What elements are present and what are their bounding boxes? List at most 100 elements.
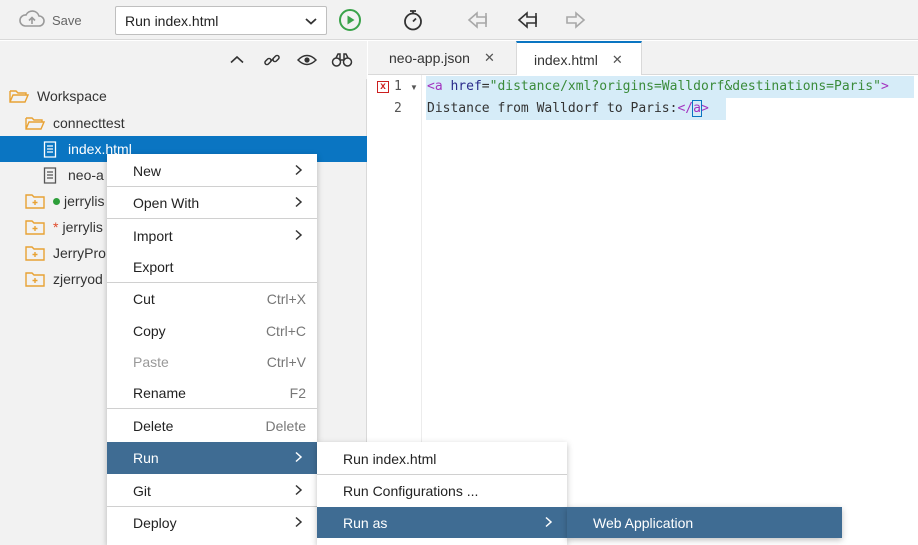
menu-shortcut: F2 — [289, 384, 306, 401]
menu-item-open-with[interactable]: Open With — [107, 187, 317, 218]
menu-item-label: Git — [133, 482, 151, 499]
menu-item-run-configurations[interactable]: Run Configurations ... — [317, 475, 567, 506]
menu-item-paste[interactable]: Paste Ctrl+V — [107, 346, 317, 377]
run-configuration-select[interactable]: Run index.html — [115, 6, 327, 35]
menu-item-run-as[interactable]: Run as — [317, 507, 567, 538]
project-folder-icon — [25, 244, 45, 262]
menu-item-label: Paste — [133, 353, 169, 370]
menu-item-copy[interactable]: Copy Ctrl+C — [107, 315, 317, 346]
chevron-right-icon — [544, 515, 553, 531]
save-label: Save — [52, 12, 82, 28]
run-button[interactable] — [338, 8, 362, 32]
code-token: <a — [427, 79, 443, 94]
tree-item-label: jerrylis — [64, 193, 105, 209]
menu-item-rename[interactable]: Rename F2 — [107, 377, 317, 408]
code-token: Distance from Walldorf to Paris: — [427, 101, 678, 116]
tree-item-label: JerryPro — [53, 245, 106, 261]
link-with-editor-button[interactable] — [261, 49, 283, 71]
code-token: = — [481, 79, 490, 94]
binoculars-icon — [331, 53, 353, 67]
file-icon — [40, 166, 60, 184]
menu-item-run-index-html[interactable]: Run index.html — [317, 443, 567, 474]
chevron-right-icon — [294, 163, 303, 179]
close-icon[interactable]: ✕ — [612, 52, 623, 68]
chevron-up-icon — [230, 55, 244, 64]
save-button[interactable]: Save — [18, 9, 82, 31]
git-status-indicator — [53, 197, 60, 205]
file-icon — [40, 140, 60, 158]
tree-item-connecttest[interactable]: connecttest — [0, 110, 367, 136]
error-marker-icon[interactable]: x — [377, 81, 389, 93]
code-token: </ — [677, 101, 694, 116]
collapse-all-button[interactable] — [226, 49, 248, 71]
folder-open-icon — [25, 114, 45, 132]
menu-shortcut: Ctrl+X — [266, 290, 306, 307]
workspace-panel-header — [0, 41, 367, 79]
menu-item-label: Delete — [133, 417, 174, 434]
tree-item-label: neo-a — [68, 167, 104, 183]
fold-toggle-icon[interactable]: ▼ — [410, 83, 418, 92]
menu-item-label: New — [133, 162, 162, 179]
run-submenu: Run index.html Run Configurations ... Ru… — [317, 442, 567, 545]
chevron-right-icon — [294, 483, 303, 499]
debug-timer-button[interactable] — [401, 8, 425, 32]
tab-label: neo-app.json — [389, 50, 470, 66]
code-token: a — [692, 100, 702, 117]
tree-item-label: jerrylis — [62, 219, 103, 235]
tree-item-label: Workspace — [37, 88, 107, 104]
project-folder-icon — [25, 192, 45, 210]
menu-separator — [107, 408, 317, 409]
folder-open-icon — [9, 87, 29, 105]
run-configuration-value: Run index.html — [125, 13, 219, 29]
chevron-right-icon — [294, 195, 303, 211]
stopwatch-icon — [404, 10, 422, 31]
arrow-left-icon — [517, 11, 537, 29]
tab-index-html[interactable]: index.html ✕ — [516, 41, 642, 76]
tree-item-label: connecttest — [53, 115, 125, 131]
menu-item-label: Deploy — [133, 514, 177, 531]
menu-item-label: Copy — [133, 322, 166, 339]
menu-item-export[interactable]: Export — [107, 251, 317, 282]
tab-neo-app-json[interactable]: neo-app.json ✕ — [368, 41, 516, 75]
tree-item-workspace[interactable]: Workspace — [0, 83, 367, 109]
menu-item-cut[interactable]: Cut Ctrl+X — [107, 283, 317, 314]
menu-item-label: Open With — [133, 194, 200, 211]
run-as-submenu: Web Application — [567, 507, 842, 538]
menu-separator — [107, 218, 317, 219]
navigate-back-button[interactable] — [516, 8, 540, 32]
cloud-upload-icon — [18, 9, 46, 32]
toolbar: Save Run index.html — [0, 0, 918, 40]
modified-marker: * — [53, 219, 59, 235]
navigate-forward-button[interactable] — [563, 8, 587, 32]
menu-item-deploy[interactable]: Deploy — [107, 507, 317, 538]
navigate-back-edit-button[interactable] — [466, 8, 490, 32]
tree-item-label: zjerryod — [53, 271, 103, 287]
menu-item-label: Export — [133, 258, 174, 275]
play-circle-icon — [339, 9, 361, 31]
close-icon[interactable]: ✕ — [484, 50, 495, 66]
menu-item-import[interactable]: Import — [107, 220, 317, 251]
menu-item-delete[interactable]: Delete Delete — [107, 410, 317, 441]
code-token: "distance/xml?origins=Walldorf&destinati… — [489, 79, 881, 94]
menu-item-label: Cut — [133, 290, 155, 307]
code-token: href — [442, 79, 482, 94]
menu-item-label: Run index.html — [343, 450, 437, 467]
chevron-right-icon — [294, 515, 303, 531]
menu-item-run[interactable]: Run — [107, 442, 317, 474]
eye-icon — [297, 54, 317, 66]
line-number: 2 — [394, 101, 402, 116]
menu-shortcut: Ctrl+V — [266, 353, 306, 370]
menu-item-web-application[interactable]: Web Application — [567, 507, 842, 538]
menu-item-new[interactable]: New — [107, 155, 317, 186]
code-line-1: <a href="distance/xml?origins=Walldorf&d… — [427, 76, 889, 98]
code-line-2: Distance from Walldorf to Paris:</a> — [427, 98, 709, 120]
tab-label: index.html — [534, 51, 598, 68]
chevron-right-icon — [294, 228, 303, 244]
editor-tabs: neo-app.json ✕ index.html ✕ — [368, 41, 918, 76]
search-workspace-button[interactable] — [331, 49, 353, 71]
menu-item-git[interactable]: Git — [107, 475, 317, 506]
show-hidden-files-button[interactable] — [296, 49, 318, 71]
chevron-down-icon — [304, 14, 318, 31]
menu-item-label: Rename — [133, 384, 186, 401]
chevron-right-icon — [294, 450, 303, 466]
